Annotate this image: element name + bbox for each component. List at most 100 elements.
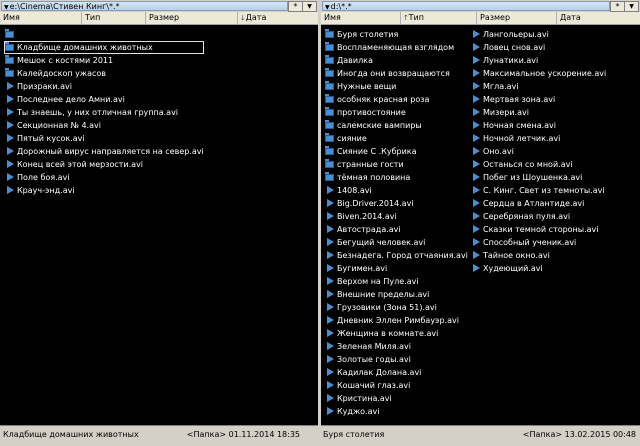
- list-item[interactable]: Тайное окно.avi: [470, 249, 630, 262]
- video-file-icon: [473, 134, 480, 142]
- list-item[interactable]: Кошачий глаз.avi: [324, 379, 467, 392]
- list-item[interactable]: Мизери.avi: [470, 106, 630, 119]
- drive-dropdown-icon[interactable]: ▼: [4, 4, 9, 10]
- list-item[interactable]: Нужные вещи: [324, 80, 467, 93]
- list-item[interactable]: странные гости: [324, 158, 467, 171]
- list-item[interactable]: Пятый кусок.avi: [4, 132, 204, 145]
- list-item[interactable]: салемские вампиры: [324, 119, 467, 132]
- right-history-button[interactable]: ▼: [624, 1, 639, 12]
- list-item[interactable]: Кладбище домашних животных: [4, 41, 204, 54]
- list-item[interactable]: Воспламеняющая взглядом: [324, 41, 467, 54]
- right-col-name[interactable]: Имя: [321, 12, 401, 24]
- list-item[interactable]: Мгла.avi: [470, 80, 630, 93]
- list-item[interactable]: Сияние С .Кубрика: [324, 145, 467, 158]
- list-item[interactable]: Серебряная пуля.avi: [470, 210, 630, 223]
- folder-icon: [5, 68, 14, 77]
- list-item[interactable]: Буря столетия: [324, 28, 467, 41]
- left-col-type[interactable]: Тип: [82, 12, 146, 24]
- list-item[interactable]: Бугимен.avi: [324, 262, 467, 275]
- list-item[interactable]: Побег из Шоушенка.avi: [470, 171, 630, 184]
- video-file-icon: [7, 121, 14, 129]
- list-item[interactable]: Калейдоскоп ужасов: [4, 67, 204, 80]
- list-item[interactable]: Кристина.avi: [324, 392, 467, 405]
- list-item[interactable]: Biven.2014.avi: [324, 210, 467, 223]
- list-item-label: Верхом на Пуле.avi: [337, 277, 419, 286]
- left-path-field[interactable]: ▼e:\Cinema\Стивен Кинг\*.*: [1, 1, 288, 11]
- list-item[interactable]: Ты знаешь, у них отличная группа.avi: [4, 106, 204, 119]
- list-item[interactable]: Золотые годы.avi: [324, 353, 467, 366]
- video-file-icon: [327, 199, 334, 207]
- list-item[interactable]: Дневник Эллен Римбауэр.avi: [324, 314, 467, 327]
- list-item[interactable]: Иногда они возвращаются: [324, 67, 467, 80]
- list-item[interactable]: Сердца в Атлантиде.avi: [470, 197, 630, 210]
- left-col-date[interactable]: 🡓Дата: [238, 12, 318, 24]
- list-item[interactable]: Автострада.avi: [324, 223, 467, 236]
- list-item-label: Лунатики.avi: [483, 56, 539, 65]
- list-item[interactable]: Big.Driver.2014.avi: [324, 197, 467, 210]
- list-item[interactable]: Безнадега. Город отчаяния.avi: [324, 249, 468, 262]
- list-item[interactable]: Призраки.avi: [4, 80, 204, 93]
- left-filter-button[interactable]: *: [288, 1, 303, 12]
- list-item[interactable]: 1408.avi: [324, 184, 467, 197]
- list-item[interactable]: Оно.avi: [470, 145, 630, 158]
- list-item[interactable]: сияние: [324, 132, 467, 145]
- right-file-list[interactable]: Буря столетия Воспламеняющая взглядом Дави…: [321, 25, 640, 425]
- list-item-label: Ночная смена.avi: [483, 121, 557, 130]
- left-panel: ▼e:\Cinema\Стивен Кинг\*.* * ▼ Имя Тип Р…: [0, 0, 318, 446]
- list-item[interactable]: Куджо.avi: [324, 405, 467, 418]
- list-item[interactable]: Зеленая Миля.avi: [324, 340, 467, 353]
- list-item[interactable]: Сказки темной стороны.avi: [470, 223, 630, 236]
- sort-up-icon: 🡑: [404, 14, 408, 22]
- list-item[interactable]: Женщина в комнате.avi: [324, 327, 467, 340]
- list-item[interactable]: Секционная № 4.avi: [4, 119, 204, 132]
- list-item[interactable]: Останься со мной.avi: [470, 158, 630, 171]
- right-filter-button[interactable]: *: [610, 1, 625, 12]
- list-item[interactable]: Кадилак Долана.avi: [324, 366, 467, 379]
- list-item[interactable]: Последнее дело Амни.avi: [4, 93, 204, 106]
- list-item-label: Кладбище домашних животных: [17, 43, 153, 52]
- list-item[interactable]: Поле боя.avi: [4, 171, 204, 184]
- list-item[interactable]: Дорожный вирус направляется на север.avi: [4, 145, 204, 158]
- list-item-label: Калейдоскоп ужасов: [17, 69, 106, 78]
- video-file-icon: [327, 186, 334, 194]
- sort-down-icon: 🡓: [241, 14, 245, 22]
- list-item[interactable]: С. Кинг. Свет из темноты.avi: [470, 184, 630, 197]
- video-file-icon: [7, 134, 14, 142]
- list-item[interactable]: Худеющий.avi: [470, 262, 630, 275]
- list-item[interactable]: Ловец снов.avi: [470, 41, 630, 54]
- left-status-info: <Папка> 01.11.2014 18:35: [186, 430, 300, 439]
- list-item[interactable]: Ночная смена.avi: [470, 119, 630, 132]
- left-file-list[interactable]: Кладбище домашних животных Мешок с костям…: [0, 25, 318, 425]
- left-history-button[interactable]: ▼: [302, 1, 317, 12]
- list-item[interactable]: Максимальное ускорение.avi: [470, 67, 630, 80]
- left-col-name[interactable]: Имя: [0, 12, 82, 24]
- list-item[interactable]: Давилка: [324, 54, 467, 67]
- list-item[interactable]: Конец всей этой мерзости.avi: [4, 158, 204, 171]
- list-item[interactable]: Бегущий человек.avi: [324, 236, 467, 249]
- list-item[interactable]: Грузовики (Зона 51).avi: [324, 301, 467, 314]
- video-file-icon: [327, 316, 334, 324]
- list-item[interactable]: Крауч-энд.avi: [4, 184, 204, 197]
- left-col-size[interactable]: Размер: [146, 12, 238, 24]
- right-path-text: d:\*.*: [330, 2, 352, 11]
- list-item[interactable]: Ночной летчик.avi: [470, 132, 630, 145]
- right-col-date[interactable]: Дата: [557, 12, 640, 24]
- list-item[interactable]: Внешние пределы.avi: [324, 288, 467, 301]
- list-item[interactable]: Лунатики.avi: [470, 54, 630, 67]
- list-item-label: Останься со мной.avi: [483, 160, 573, 169]
- list-item[interactable]: Мешок с костями 2011: [4, 54, 204, 67]
- list-item[interactable]: [4, 28, 204, 41]
- list-item[interactable]: противостояние: [324, 106, 467, 119]
- drive-dropdown-icon[interactable]: ▼: [325, 4, 330, 10]
- right-col-type[interactable]: 🡑Тип: [401, 12, 477, 24]
- list-item[interactable]: Мертвая зона.avi: [470, 93, 630, 106]
- list-item[interactable]: Верхом на Пуле.avi: [324, 275, 467, 288]
- list-item[interactable]: Способный ученик.avi: [470, 236, 630, 249]
- list-item-label: Кошачий глаз.avi: [337, 381, 411, 390]
- list-item[interactable]: тёмная половина: [324, 171, 467, 184]
- list-item[interactable]: особняк красная роза: [324, 93, 467, 106]
- list-item[interactable]: Лангольеры.avi: [470, 28, 630, 41]
- right-path-field[interactable]: ▼d:\*.*: [322, 1, 610, 11]
- right-col-size[interactable]: Размер: [477, 12, 557, 24]
- video-file-icon: [327, 368, 334, 376]
